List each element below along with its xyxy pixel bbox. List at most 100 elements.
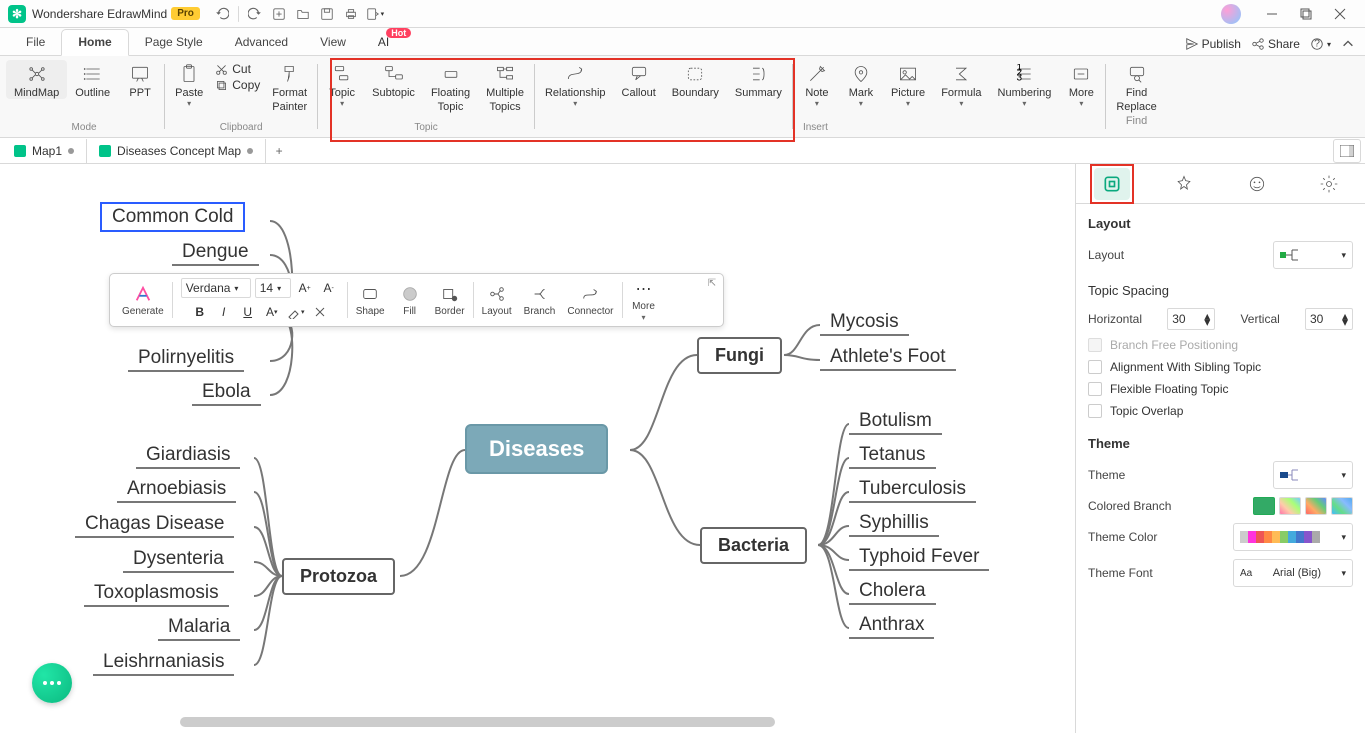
print-button[interactable]	[340, 3, 362, 25]
highlight-button[interactable]: ▾	[286, 302, 306, 322]
add-doc-tab-button[interactable]: +	[266, 144, 292, 158]
mindmap-mode-button[interactable]: MindMap	[6, 60, 67, 99]
callout-button[interactable]: Callout	[614, 60, 664, 99]
topic-overlap-check[interactable]: Topic Overlap	[1088, 404, 1353, 418]
redo-button[interactable]	[244, 3, 266, 25]
increase-font-button[interactable]: A+	[295, 278, 315, 298]
ppt-mode-button[interactable]: PPT	[118, 60, 162, 99]
tab-pagestyle[interactable]: Page Style	[129, 30, 219, 55]
leaf-mycosis[interactable]: Mycosis	[820, 311, 909, 336]
format-painter-button[interactable]: Format Painter	[264, 60, 315, 113]
leaf-athlete[interactable]: Athlete's Foot	[820, 346, 956, 371]
leaf-tetanus[interactable]: Tetanus	[849, 444, 936, 469]
panel-tab-layout[interactable]	[1094, 168, 1130, 200]
summary-button[interactable]: Summary	[727, 60, 790, 99]
flexible-floating-check[interactable]: Flexible Floating Topic	[1088, 382, 1353, 396]
copy-button[interactable]: Copy	[215, 78, 260, 92]
boundary-button[interactable]: Boundary	[664, 60, 727, 99]
publish-button[interactable]: Publish	[1185, 37, 1241, 51]
tab-advanced[interactable]: Advanced	[219, 30, 304, 55]
italic-button[interactable]: I	[214, 302, 234, 322]
user-avatar[interactable]	[1221, 4, 1241, 24]
branch-bacteria[interactable]: Bacteria	[700, 527, 807, 564]
leaf-syphilis[interactable]: Syphillis	[849, 512, 939, 537]
more-button[interactable]: More▾	[1059, 60, 1103, 107]
share-button[interactable]: Share	[1251, 37, 1300, 51]
connector-button[interactable]: Connector	[561, 278, 619, 322]
export-button[interactable]: ▾	[364, 3, 386, 25]
leaf-arnoebiasis[interactable]: Arnoebiasis	[117, 478, 236, 503]
panel-toggle-button[interactable]	[1333, 139, 1361, 163]
branch-protozoa[interactable]: Protozoa	[282, 558, 395, 595]
new-file-button[interactable]	[268, 3, 290, 25]
branch-color-swatch-2[interactable]	[1279, 497, 1301, 515]
undo-button[interactable]	[211, 3, 233, 25]
topic-button[interactable]: Topic▾	[320, 60, 364, 107]
close-button[interactable]	[1323, 0, 1357, 28]
mark-button[interactable]: Mark▾	[839, 60, 883, 107]
tab-file[interactable]: File	[10, 30, 61, 55]
open-file-button[interactable]	[292, 3, 314, 25]
numbering-button[interactable]: 123Numbering▾	[990, 60, 1060, 107]
multiple-topics-button[interactable]: MultipleTopics	[478, 60, 532, 113]
doc-tab-1[interactable]: Map1	[2, 139, 87, 163]
pin-icon[interactable]: ⇱	[705, 276, 719, 290]
central-topic[interactable]: Diseases	[465, 424, 608, 474]
save-button[interactable]	[316, 3, 338, 25]
leaf-anthrax[interactable]: Anthrax	[849, 614, 934, 639]
leaf-toxoplasmosis[interactable]: Toxoplasmosis	[84, 582, 229, 607]
theme-font-select[interactable]: AaArial (Big)▾	[1233, 559, 1353, 587]
layout-select[interactable]: ▾	[1273, 241, 1353, 269]
leaf-commoncold[interactable]: Common Cold	[100, 202, 245, 232]
relationship-button[interactable]: Relationship▾	[537, 60, 614, 107]
leaf-chagas[interactable]: Chagas Disease	[75, 513, 234, 538]
panel-tab-style[interactable]	[1166, 168, 1202, 200]
cut-button[interactable]: Cut	[215, 62, 260, 76]
decrease-font-button[interactable]: A-	[319, 278, 339, 298]
find-replace-button[interactable]: FindReplaceFind	[1108, 60, 1164, 127]
leaf-polio[interactable]: Polirnyelitis	[128, 347, 244, 372]
fill-button[interactable]: Fill	[391, 278, 429, 322]
leaf-dengue[interactable]: Dengue	[172, 241, 259, 266]
subtopic-button[interactable]: Subtopic	[364, 60, 423, 99]
leaf-malaria[interactable]: Malaria	[158, 616, 240, 641]
vertical-spacing-input[interactable]: 30▴▾	[1305, 308, 1353, 330]
formula-button[interactable]: Formula▾	[933, 60, 989, 107]
leaf-cholera[interactable]: Cholera	[849, 580, 936, 605]
paste-button[interactable]: Paste▾	[167, 60, 211, 107]
font-family-select[interactable]: Verdana▾	[181, 278, 251, 298]
panel-tab-icon[interactable]	[1239, 168, 1275, 200]
note-button[interactable]: Note▾	[795, 60, 839, 107]
clear-format-button[interactable]	[310, 302, 330, 322]
font-size-select[interactable]: 14▾	[255, 278, 291, 298]
leaf-leish[interactable]: Leishrnaniasis	[93, 651, 234, 676]
underline-button[interactable]: U	[238, 302, 258, 322]
outline-mode-button[interactable]: Outline	[67, 60, 118, 99]
tab-view[interactable]: View	[304, 30, 362, 55]
border-button[interactable]: Border	[429, 278, 471, 322]
panel-tab-settings[interactable]	[1311, 168, 1347, 200]
maximize-button[interactable]	[1289, 0, 1323, 28]
horizontal-spacing-input[interactable]: 30▴▾	[1167, 308, 1215, 330]
more-format-button[interactable]: ⋯More▾	[625, 278, 663, 322]
leaf-botulism[interactable]: Botulism	[849, 410, 942, 435]
ai-generate-button[interactable]: Generate	[116, 278, 170, 322]
layout-button[interactable]: Layout	[476, 278, 518, 322]
leaf-tb[interactable]: Tuberculosis	[849, 478, 976, 503]
minimize-button[interactable]	[1255, 0, 1289, 28]
help-button[interactable]: ?▾	[1310, 37, 1331, 51]
theme-color-select[interactable]: ▾	[1233, 523, 1353, 551]
canvas[interactable]: Diseases Fungi Bacteria Protozoa Mycosis…	[0, 164, 1075, 733]
font-color-button[interactable]: A▾	[262, 302, 282, 322]
shape-button[interactable]: Shape	[350, 278, 391, 322]
floating-topic-button[interactable]: FloatingTopic	[423, 60, 478, 113]
horizontal-scrollbar[interactable]	[180, 717, 775, 727]
branch-color-swatch-4[interactable]	[1331, 497, 1353, 515]
collapse-ribbon-button[interactable]	[1341, 37, 1355, 51]
doc-tab-2[interactable]: Diseases Concept Map	[87, 139, 266, 163]
branch-color-swatch-3[interactable]	[1305, 497, 1327, 515]
leaf-ebola[interactable]: Ebola	[192, 381, 261, 406]
leaf-typhoid[interactable]: Typhoid Fever	[849, 546, 989, 571]
leaf-dysenteria[interactable]: Dysenteria	[123, 548, 234, 573]
tab-home[interactable]: Home	[61, 29, 128, 56]
